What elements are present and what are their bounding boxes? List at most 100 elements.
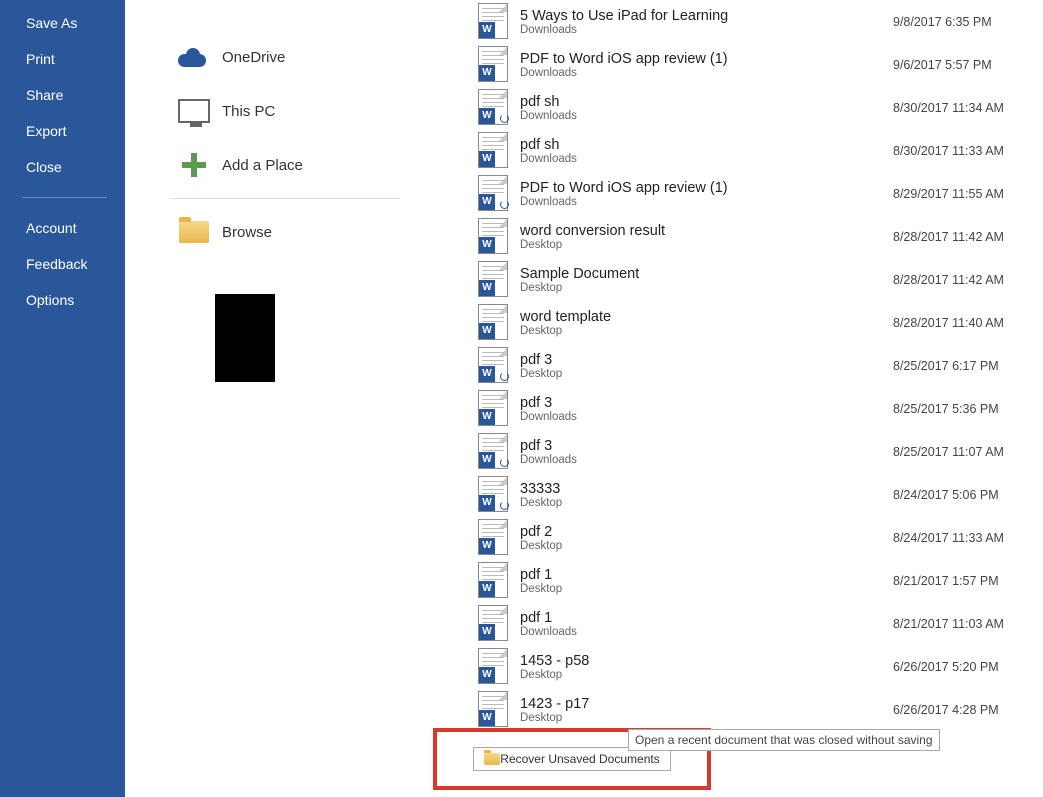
file-date: 8/28/2017 11:42 AM <box>893 230 1043 244</box>
location-label: Add a Place <box>222 157 303 174</box>
file-date: 8/30/2017 11:33 AM <box>893 144 1043 158</box>
file-name: Sample Document <box>520 266 893 282</box>
file-name: word template <box>520 309 893 325</box>
file-name: pdf sh <box>520 94 893 110</box>
sidebar-item-close[interactable]: Close <box>0 149 125 185</box>
file-location: Desktop <box>520 669 893 681</box>
word-doc-icon: W <box>478 691 510 729</box>
file-location: Downloads <box>520 411 893 423</box>
file-item[interactable]: W PDF to Word iOS app review (1)Downloads… <box>478 43 1043 86</box>
file-date: 8/28/2017 11:42 AM <box>893 273 1043 287</box>
plus-icon <box>170 150 218 180</box>
file-name: PDF to Word iOS app review (1) <box>520 180 893 196</box>
file-item[interactable]: W 1423 - p17Desktop6/26/2017 4:28 PM <box>478 688 1043 731</box>
file-location: Desktop <box>520 368 893 380</box>
file-item[interactable]: Wpdf shDownloads8/30/2017 11:34 AM <box>478 86 1043 129</box>
file-item[interactable]: W 33333Desktop8/24/2017 5:06 PM <box>478 473 1043 516</box>
file-item[interactable]: Wpdf shDownloads8/30/2017 11:33 AM <box>478 129 1043 172</box>
file-item[interactable]: W1453 - p58Desktop6/26/2017 5:20 PM <box>478 645 1043 688</box>
file-item[interactable]: Wpdf 1Desktop8/21/2017 1:57 PM <box>478 559 1043 602</box>
file-name: word conversion result <box>520 223 893 239</box>
file-location: Desktop <box>520 583 893 595</box>
backstage-sidebar: Save As Print Share Export Close Account… <box>0 0 125 797</box>
word-doc-icon: W <box>478 304 510 342</box>
redacted-thumbnail <box>215 294 275 382</box>
file-location: Desktop <box>520 540 893 552</box>
word-doc-icon: W <box>478 132 510 170</box>
file-location: Desktop <box>520 712 893 724</box>
open-locations: OneDrive This PC Add a Place Browse <box>170 0 410 259</box>
file-item[interactable]: Wword templateDesktop8/28/2017 11:40 AM <box>478 301 1043 344</box>
sidebar-item-print[interactable]: Print <box>0 41 125 77</box>
file-date: 8/29/2017 11:55 AM <box>893 187 1043 201</box>
sidebar-item-save-as[interactable]: Save As <box>0 5 125 41</box>
sidebar-divider <box>22 197 107 198</box>
file-item[interactable]: W Sample DocumentDesktop8/28/2017 11:42 A… <box>478 258 1043 301</box>
file-date: 6/26/2017 4:28 PM <box>893 703 1043 717</box>
file-item[interactable]: Wpdf 3Downloads8/25/2017 11:07 AM <box>478 430 1043 473</box>
folder-icon <box>484 753 500 765</box>
file-item[interactable]: Wpdf 3Desktop8/25/2017 6:17 PM <box>478 344 1043 387</box>
file-location: Downloads <box>520 24 893 36</box>
file-item[interactable]: Wpdf 3Downloads8/25/2017 5:36 PM <box>478 387 1043 430</box>
file-date: 6/26/2017 5:20 PM <box>893 660 1043 674</box>
location-label: This PC <box>222 103 275 120</box>
file-name: pdf 1 <box>520 610 893 626</box>
location-divider <box>170 198 400 199</box>
file-date: 8/25/2017 5:36 PM <box>893 402 1043 416</box>
file-name: 33333 <box>520 481 893 497</box>
word-doc-icon: W <box>478 46 510 84</box>
folder-icon <box>170 217 218 247</box>
word-doc-icon: W <box>478 3 510 41</box>
file-date: 8/21/2017 11:03 AM <box>893 617 1043 631</box>
file-location: Desktop <box>520 239 893 251</box>
sidebar-item-export[interactable]: Export <box>0 113 125 149</box>
sidebar-item-share[interactable]: Share <box>0 77 125 113</box>
file-name: pdf 3 <box>520 395 893 411</box>
file-name: pdf 3 <box>520 438 893 454</box>
location-this-pc[interactable]: This PC <box>170 84 410 138</box>
file-date: 8/24/2017 5:06 PM <box>893 488 1043 502</box>
sidebar-item-feedback[interactable]: Feedback <box>0 246 125 282</box>
word-doc-icon: W <box>478 605 510 643</box>
word-doc-icon: W <box>478 261 510 299</box>
file-date: 8/24/2017 11:33 AM <box>893 531 1043 545</box>
file-date: 8/25/2017 11:07 AM <box>893 445 1043 459</box>
word-doc-icon: W <box>478 433 510 471</box>
file-name: 1423 - p17 <box>520 696 893 712</box>
file-item[interactable]: WPDF to Word iOS app review (1)Downloads… <box>478 172 1043 215</box>
word-doc-icon: W <box>478 390 510 428</box>
file-item[interactable]: Wpdf 2Desktop8/24/2017 11:33 AM <box>478 516 1043 559</box>
file-location: Desktop <box>520 325 893 337</box>
word-doc-icon: W <box>478 175 510 213</box>
sidebar-item-account[interactable]: Account <box>0 210 125 246</box>
file-date: 9/6/2017 5:57 PM <box>893 58 1043 72</box>
file-name: pdf 2 <box>520 524 893 540</box>
word-doc-icon: W <box>478 476 510 514</box>
file-location: Downloads <box>520 67 893 79</box>
file-item[interactable]: Wpdf 1Downloads8/21/2017 11:03 AM <box>478 602 1043 645</box>
location-label: Browse <box>222 224 272 241</box>
location-add-place[interactable]: Add a Place <box>170 138 410 192</box>
file-date: 8/30/2017 11:34 AM <box>893 101 1043 115</box>
file-date: 9/8/2017 6:35 PM <box>893 15 1043 29</box>
file-name: pdf 1 <box>520 567 893 583</box>
recover-tooltip: Open a recent document that was closed w… <box>628 729 940 751</box>
word-doc-icon: W <box>478 347 510 385</box>
word-doc-icon: W <box>478 89 510 127</box>
file-name: pdf sh <box>520 137 893 153</box>
recover-button-label: Recover Unsaved Documents <box>500 752 659 766</box>
file-date: 8/21/2017 1:57 PM <box>893 574 1043 588</box>
word-doc-icon: W <box>478 648 510 686</box>
file-date: 8/25/2017 6:17 PM <box>893 359 1043 373</box>
location-onedrive[interactable]: OneDrive <box>170 30 410 84</box>
file-item[interactable]: Wword conversion resultDesktop8/28/2017 … <box>478 215 1043 258</box>
location-browse[interactable]: Browse <box>170 205 410 259</box>
file-location: Desktop <box>520 497 893 509</box>
file-name: 5 Ways to Use iPad for Learning <box>520 8 893 24</box>
file-item[interactable]: W 5 Ways to Use iPad for LearningDownload… <box>478 0 1043 43</box>
file-location: Desktop <box>520 282 893 294</box>
word-doc-icon: W <box>478 218 510 256</box>
sidebar-item-options[interactable]: Options <box>0 282 125 318</box>
file-name: PDF to Word iOS app review (1) <box>520 51 893 67</box>
